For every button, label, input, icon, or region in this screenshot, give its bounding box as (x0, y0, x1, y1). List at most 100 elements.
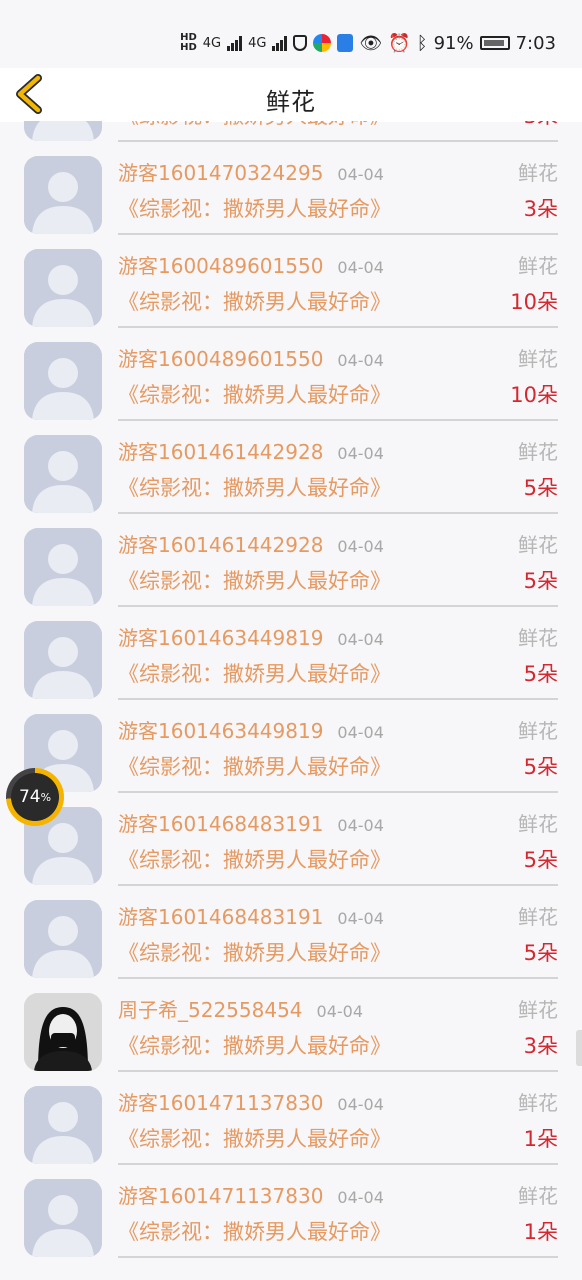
gift-type: 鲜花 (518, 347, 558, 371)
list-item[interactable]: 游客1601471137830 04-04 鲜花《综影视：撒娇男人最好命》 1朵 (0, 1170, 582, 1263)
list-item[interactable]: 周子希_522558454 04-04 鲜花《综影视：撒娇男人最好命》 3朵 (0, 984, 582, 1077)
user-name: 游客1601468483191 04-04 (118, 808, 384, 837)
gift-date: 04-04 (316, 1002, 364, 1021)
book-title: 《综影视：撒娇男人最好命》 (118, 1034, 391, 1058)
user-name-text: 游客1600489601550 (118, 254, 324, 278)
book-title: 《综影视：撒娇男人最好命》 (118, 941, 391, 965)
default-avatar-icon (24, 249, 102, 327)
gift-quantity: 3朵 (523, 1034, 558, 1058)
eye-icon: 👁 (359, 32, 383, 54)
user-name-text: 游客1601468483191 (118, 812, 324, 836)
gift-record-list[interactable]: 游客1601470324295 04-04 鲜花 《综影视：撒娇男人最好命》 3朵 游客1… (0, 121, 582, 1280)
security-app-icon (337, 34, 354, 52)
default-avatar-icon (24, 621, 102, 699)
list-item[interactable]: 游客1601468483191 04-04 鲜花 《综影视：撒娇男人最好命》 5朵 (0, 798, 582, 891)
alarm-icon: ⏰ (388, 32, 411, 54)
avatar[interactable] (24, 342, 102, 420)
gift-type: 鲜花 (518, 533, 558, 557)
side-edge-handle[interactable] (576, 1030, 582, 1066)
avatar[interactable] (24, 993, 102, 1071)
gift-quantity: 5朵 (523, 662, 558, 686)
default-avatar-icon (24, 900, 102, 978)
gift-date: 04-04 (337, 816, 384, 835)
avatar[interactable] (24, 121, 102, 141)
book-title: 《综影视：撒娇男人最好命》 (118, 755, 391, 779)
signal-icon (227, 35, 243, 51)
page-title: 鲜花 (266, 88, 316, 116)
divider (118, 884, 558, 886)
divider (118, 977, 558, 979)
bluetooth-icon: ᛒ (416, 32, 428, 54)
gift-type: 鲜花 (518, 905, 558, 929)
list-item[interactable]: 游客1601463449819 04-04 鲜花 《综影视：撒娇男人最好命》 5朵 (0, 705, 582, 798)
default-avatar-icon (24, 121, 102, 141)
gift-type: 鲜花 (518, 1184, 558, 1208)
user-name: 游客1601470324295 04-04 (118, 157, 384, 186)
user-name: 游客1601461442928 04-04 (118, 529, 384, 558)
list-item[interactable]: 游客1600489601550 04-04 鲜花 《综影视：撒娇男人最好命》 10朵 (0, 240, 582, 333)
book-title: 《综影视：撒娇男人最好命》 (118, 569, 391, 593)
avatar[interactable] (24, 435, 102, 513)
gift-date: 04-04 (337, 537, 384, 556)
book-title: 《综影视：撒娇男人最好命》 (118, 476, 391, 500)
divider (118, 1256, 558, 1258)
list-item[interactable]: 游客1601461442928 04-04 鲜花 《综影视：撒娇男人最好命》 5朵 (0, 426, 582, 519)
user-name: 周子希_522558454 04-04 (118, 994, 363, 1023)
network-type-1: 4G (202, 35, 222, 51)
divider (118, 140, 558, 142)
gift-quantity: 5朵 (523, 476, 558, 500)
list-item[interactable]: 游客1601471137830 04-04 鲜花 《综影视：撒娇男人最好命》 1朵 (0, 1077, 582, 1170)
divider (118, 1070, 558, 1072)
divider (118, 419, 558, 421)
gift-type: 鲜花 (518, 254, 558, 278)
clock: 7:03 (515, 32, 556, 54)
avatar[interactable] (24, 528, 102, 606)
default-avatar-icon (24, 528, 102, 606)
avatar[interactable] (24, 621, 102, 699)
avatar[interactable] (24, 900, 102, 978)
divider (118, 233, 558, 235)
user-name: 游客1601471137830 04-04 (118, 1087, 384, 1116)
list-item[interactable]: 游客1601463449819 04-04 鲜花 《综影视：撒娇男人最好命》 5朵 (0, 612, 582, 705)
user-name-text: 游客1600489601550 (118, 347, 324, 371)
gift-quantity: 5朵 (523, 848, 558, 872)
gift-quantity: 10朵 (510, 290, 558, 314)
book-title: 《综影视：撒娇男人最好命》 (118, 197, 391, 221)
avatar[interactable] (24, 249, 102, 327)
gift-quantity: 1朵 (523, 1220, 558, 1244)
avatar[interactable] (24, 1086, 102, 1164)
user-name: 游客1601471137830 04-04 (118, 1180, 384, 1209)
battery-icon (479, 36, 510, 50)
vpn-shield-icon (293, 35, 308, 51)
book-title: 《综影视：撒娇男人最好命》 (118, 1127, 391, 1151)
book-title: 《综影视：撒娇男人最好命》 (118, 383, 391, 407)
book-title: 《综影视：撒娇男人最好命》 (118, 121, 391, 130)
user-name: 游客1601468483191 04-04 (118, 901, 384, 930)
network-type-2: 4G (248, 35, 267, 51)
hd-icon: HD HD (180, 32, 197, 53)
book-title: 《综影视：撒娇男人最好命》 (118, 848, 391, 872)
user-name-text: 游客1601471137830 (118, 1184, 324, 1208)
app-notification-icon (313, 34, 332, 52)
divider (118, 512, 558, 514)
divider (118, 326, 558, 328)
gift-date: 04-04 (337, 258, 384, 277)
gift-date: 04-04 (337, 909, 384, 928)
gift-quantity: 10朵 (510, 383, 558, 407)
list-item[interactable]: 游客1601461442928 04-04 鲜花《综影视：撒娇男人最好命》 5朵 (0, 519, 582, 612)
avatar[interactable] (24, 156, 102, 234)
gift-quantity: 5朵 (523, 569, 558, 593)
gift-date: 04-04 (337, 444, 384, 463)
list-item[interactable]: 游客1601468483191 04-04 鲜花 《综影视：撒娇男人最好命》 5朵 (0, 891, 582, 984)
user-name-text: 游客1601468483191 (118, 905, 324, 929)
list-item[interactable]: 游客160147032429504-04鲜花《综影视：撒娇男人最好命》3朵 (0, 147, 582, 240)
list-item[interactable]: 游客160147032429504-04鲜花《综影视：撒娇男人最好命》3朵 (0, 121, 582, 147)
gift-date: 04-04 (337, 165, 384, 184)
list-item[interactable]: 游客1600489601550 04-04 鲜花 《综影视：撒娇男人最好命》 10朵 (0, 333, 582, 426)
gift-type: 鲜花 (518, 998, 558, 1022)
user-name: 游客1601461442928 04-04 (118, 436, 384, 465)
status-bar: HD HD 4G 4G 👁 ⏰ ᛒ 91% 7:03 (0, 0, 582, 68)
book-title: 《综影视：撒娇男人最好命》 (118, 1220, 391, 1244)
avatar[interactable] (24, 1179, 102, 1257)
floating-progress-widget[interactable]: 74% (6, 768, 64, 826)
